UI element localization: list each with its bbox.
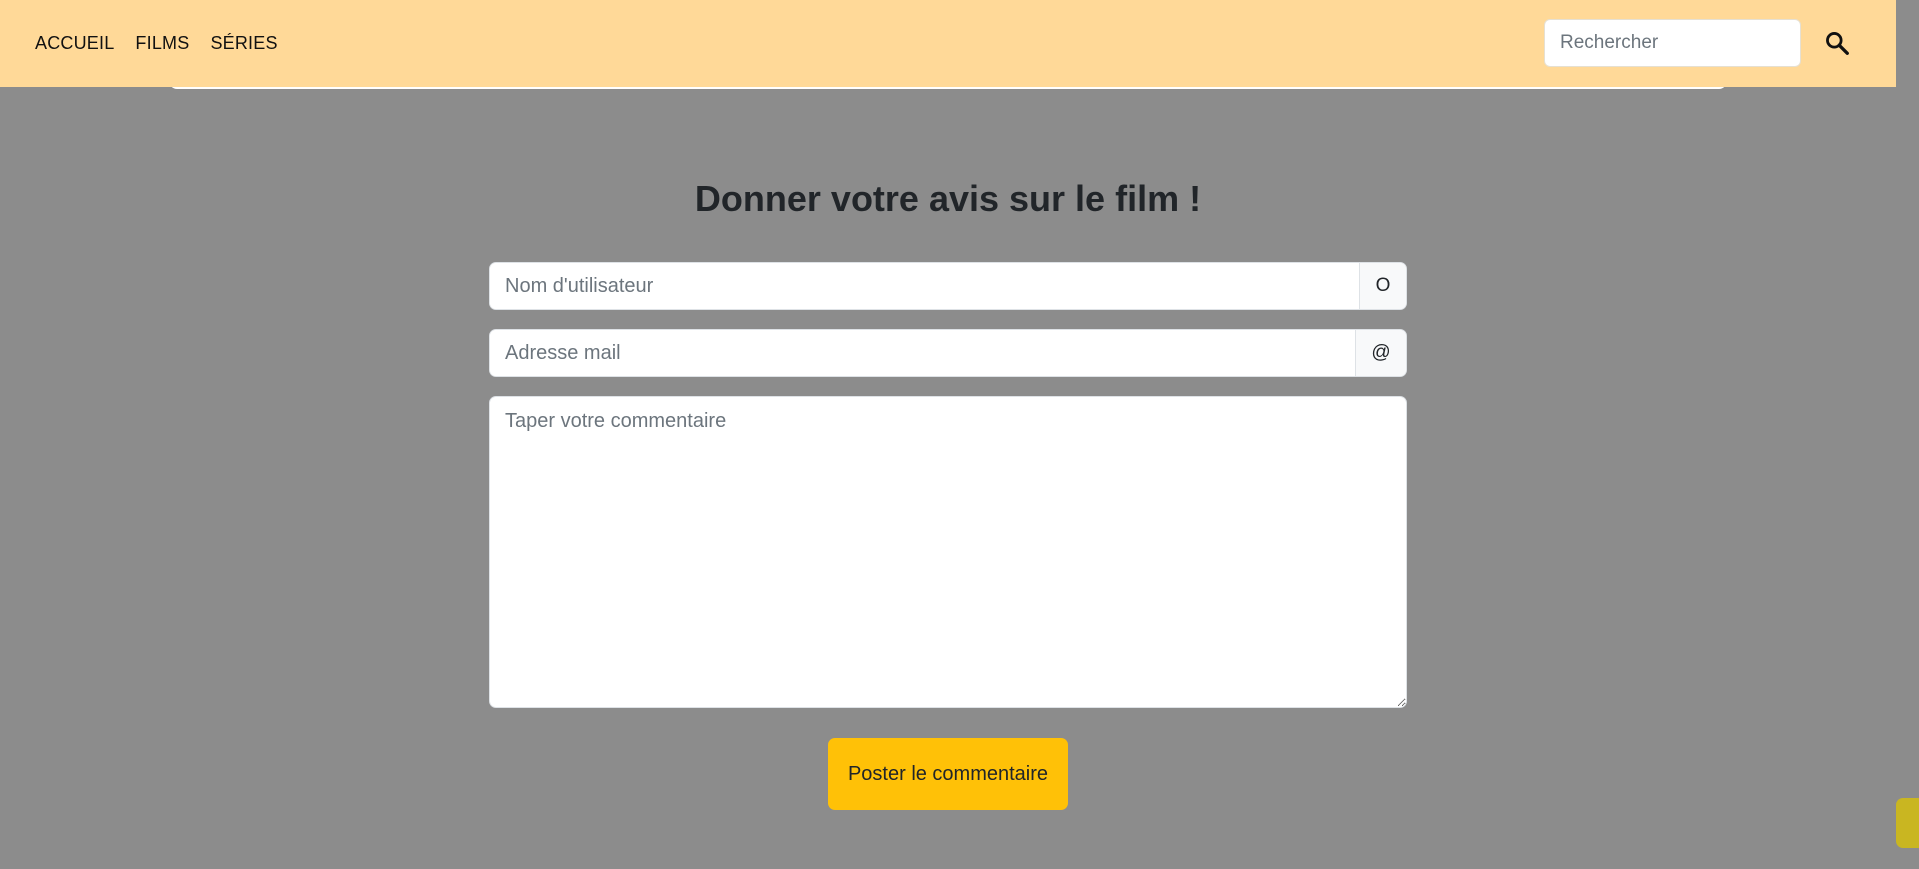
nav-link-films[interactable]: FILMS — [135, 33, 189, 54]
post-comment-button[interactable]: Poster le commentaire — [828, 738, 1068, 810]
email-group: @ — [489, 329, 1407, 377]
email-input[interactable] — [490, 330, 1355, 376]
search-button[interactable] — [1815, 21, 1859, 65]
nav-link-series[interactable]: SÉRIES — [210, 33, 277, 54]
search-form — [1544, 19, 1859, 67]
nav-link-accueil[interactable]: ACCUEIL — [35, 33, 114, 54]
top-navbar: ACCUEIL FILMS SÉRIES — [0, 0, 1896, 87]
side-tab[interactable] — [1896, 798, 1919, 848]
search-icon — [1826, 32, 1849, 55]
nav-links: ACCUEIL FILMS SÉRIES — [35, 33, 299, 54]
username-addon: O — [1359, 263, 1406, 309]
page: ACCUEIL FILMS SÉRIES Donner votre avis s… — [0, 0, 1919, 869]
search-input[interactable] — [1544, 19, 1801, 67]
email-addon: @ — [1355, 330, 1406, 376]
comment-textarea[interactable] — [489, 396, 1407, 708]
form-title: Donner votre avis sur le film ! — [694, 178, 1202, 219]
username-input[interactable] — [490, 263, 1359, 309]
username-group: O — [489, 262, 1407, 310]
